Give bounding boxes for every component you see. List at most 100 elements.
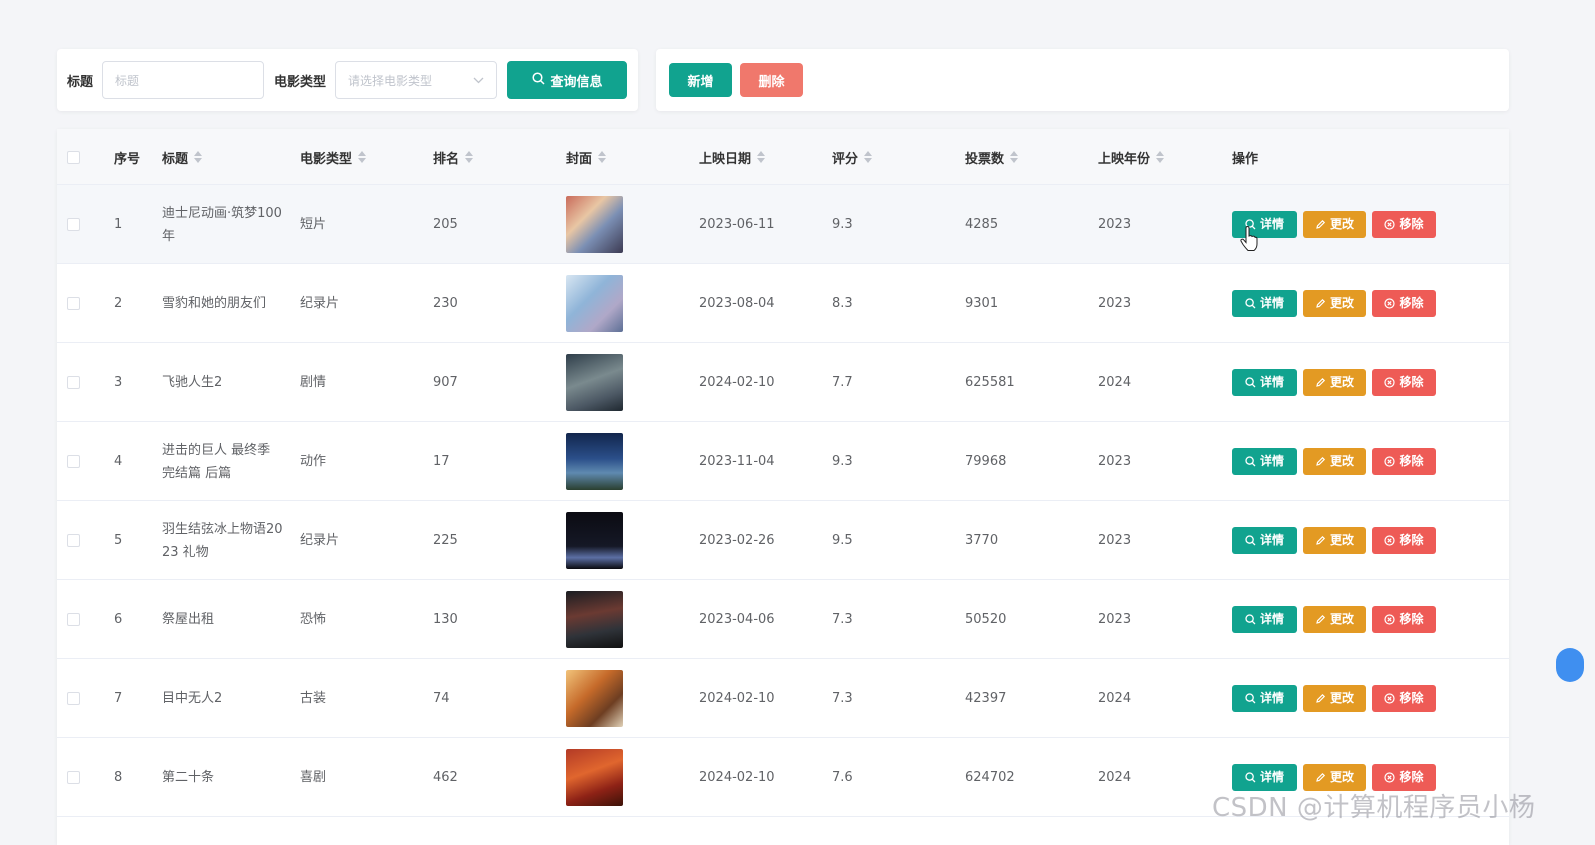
edit-button[interactable]: 更改 [1303,290,1366,317]
pencil-icon [1315,219,1326,230]
remove-button[interactable]: 移除 [1372,448,1436,475]
table-header: 序号 标题 电影类型 排名 封面 上映日期 评分 投票数 上映年份 操作 [57,129,1509,185]
header-year[interactable]: 上映年份 [1098,129,1165,185]
sort-icon[interactable] [358,151,367,163]
cell-ops: 详情 更改 移除 [1232,343,1436,422]
header-cover[interactable]: 封面 [566,129,607,185]
cover-image[interactable] [566,591,623,648]
sort-icon[interactable] [864,151,873,163]
detail-button[interactable]: 详情 [1232,606,1297,633]
remove-button[interactable]: 移除 [1372,211,1436,238]
cell-votes-text: 9301 [965,296,999,311]
cell-ops: 详情 更改 移除 [1232,659,1436,738]
table-row: 6 祭屋出租 恐怖 130 2023-04-06 7.3 50520 2023 详情 更改 移除 [57,580,1509,659]
cell-score: 7.3 [832,580,853,659]
cover-image[interactable] [566,354,623,411]
detail-button[interactable]: 详情 [1232,369,1297,396]
cell-rank-text: 17 [433,454,450,469]
cell-title: 祭屋出租 [162,580,284,659]
row-checkbox[interactable] [67,692,80,705]
row-checkbox[interactable] [67,613,80,626]
pencil-icon [1315,614,1326,625]
close-circle-icon [1384,219,1396,230]
sort-icon[interactable] [1156,151,1165,163]
detail-button[interactable]: 详情 [1232,685,1297,712]
delete-button[interactable]: 删除 [740,63,803,97]
cell-year-text: 2023 [1098,612,1132,627]
sort-icon[interactable] [194,151,203,163]
sort-icon[interactable] [598,151,607,163]
movie-type-select[interactable]: 请选择电影类型 [335,61,498,99]
cell-cover [566,501,623,580]
remove-button[interactable]: 移除 [1372,606,1436,633]
edit-button-label: 更改 [1329,533,1354,547]
row-checkbox[interactable] [67,534,80,547]
header-release-date[interactable]: 上映日期 [699,129,766,185]
cover-image[interactable] [566,275,623,332]
row-select-cell [67,422,80,501]
title-search-input[interactable]: 标题 [102,61,265,99]
cell-type: 短片 [300,185,326,264]
edit-button[interactable]: 更改 [1303,369,1366,396]
cover-image[interactable] [566,196,623,253]
search-icon [531,71,545,89]
header-rank[interactable]: 排名 [433,129,474,185]
cell-ops: 详情 更改 移除 [1232,185,1436,264]
edit-button-label: 更改 [1329,770,1354,784]
cell-date: 2023-08-04 [699,264,775,343]
cover-image[interactable] [566,670,623,727]
detail-button[interactable]: 详情 [1232,527,1297,554]
cover-image[interactable] [566,433,623,490]
cell-score-text: 8.3 [832,296,853,311]
header-votes[interactable]: 投票数 [965,129,1019,185]
edit-button[interactable]: 更改 [1303,527,1366,554]
row-checkbox[interactable] [67,455,80,468]
cell-year-text: 2024 [1098,770,1132,785]
type-filter-label: 电影类型 [274,74,327,90]
edit-button[interactable]: 更改 [1303,448,1366,475]
select-all-checkbox[interactable] [67,150,80,164]
row-select-cell [67,343,80,422]
cell-score-text: 7.3 [832,612,853,627]
table-row: 5 羽生结弦冰上物语2023 礼物 纪录片 225 2023-02-26 9.5 3770 2… [57,501,1509,580]
remove-button[interactable]: 移除 [1372,369,1436,396]
cell-title-text: 雪豹和她的朋友们 [162,296,267,311]
cell-index-text: 8 [114,770,123,785]
cell-type: 纪录片 [300,501,339,580]
header-score[interactable]: 评分 [832,129,873,185]
sort-icon[interactable] [1010,151,1019,163]
table-row: 3 飞驰人生2 剧情 907 2024-02-10 7.7 625581 2024 详情 更改 移除 [57,343,1509,422]
floating-side-button[interactable] [1556,648,1584,682]
edit-button[interactable]: 更改 [1303,211,1366,238]
cell-ops: 详情 更改 移除 [1232,422,1436,501]
header-title[interactable]: 标题 [162,129,203,185]
edit-button[interactable]: 更改 [1303,606,1366,633]
cell-rank-text: 907 [433,375,458,390]
detail-button-label: 详情 [1259,691,1284,705]
detail-button[interactable]: 详情 [1232,448,1297,475]
cell-title: 目中无人2 [162,659,284,738]
remove-button[interactable]: 移除 [1372,527,1436,554]
cell-votes-text: 4285 [965,217,999,232]
row-checkbox[interactable] [67,376,80,389]
cover-image[interactable] [566,749,623,806]
remove-button[interactable]: 移除 [1372,290,1436,317]
remove-button-label: 移除 [1399,217,1424,231]
cell-votes: 9301 [965,264,998,343]
remove-button[interactable]: 移除 [1372,685,1436,712]
sort-icon[interactable] [757,151,766,163]
header-cover-label: 封面 [566,151,593,167]
cell-votes-text: 42397 [965,691,1007,706]
row-checkbox[interactable] [67,297,80,310]
row-checkbox[interactable] [67,771,80,784]
row-checkbox[interactable] [67,218,80,231]
query-button[interactable]: 查询信息 [507,61,628,99]
add-button[interactable]: 新增 [669,63,732,97]
sort-icon[interactable] [465,151,474,163]
cover-image[interactable] [566,512,623,569]
cell-title-text: 飞驰人生2 [162,375,223,390]
detail-button[interactable]: 详情 [1232,290,1297,317]
cell-year: 2024 [1098,738,1131,817]
edit-button[interactable]: 更改 [1303,685,1366,712]
header-type[interactable]: 电影类型 [300,129,367,185]
